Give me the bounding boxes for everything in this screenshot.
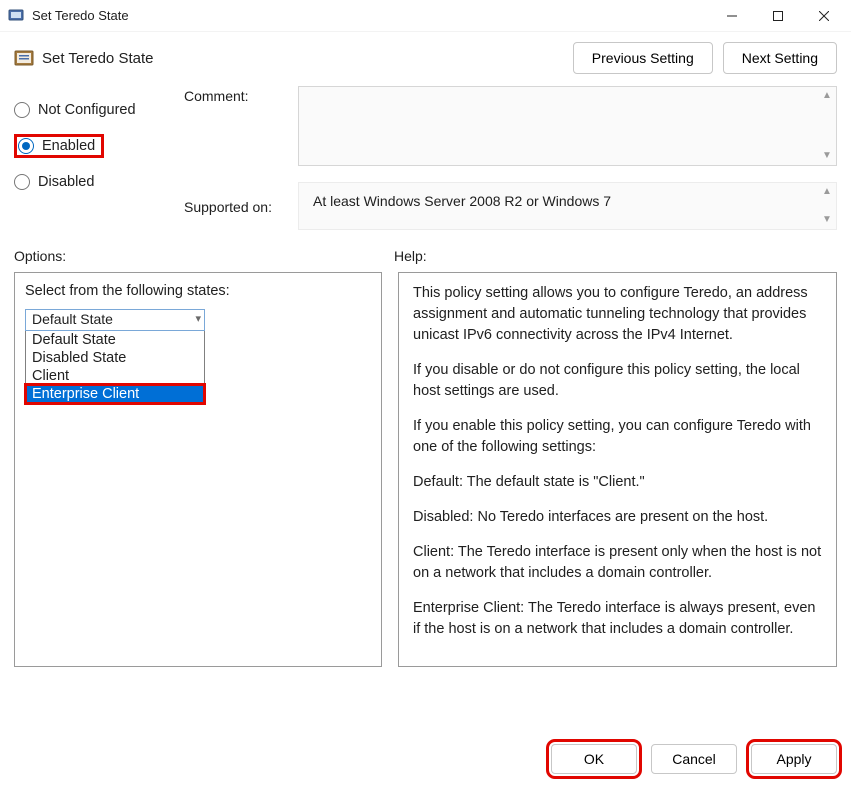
options-section-label: Options: [14, 248, 394, 264]
next-setting-button[interactable]: Next Setting [723, 42, 837, 74]
comment-textarea[interactable]: ▲ ▼ [298, 86, 837, 166]
combo-item-client[interactable]: Client [26, 367, 204, 385]
chevron-down-icon: ▾ [195, 312, 201, 325]
dialog-header: Set Teredo State Previous Setting Next S… [0, 32, 851, 80]
help-paragraph: Disabled: No Teredo interfaces are prese… [413, 507, 822, 528]
dialog-title: Set Teredo State [42, 50, 563, 67]
maximize-button[interactable] [755, 0, 801, 32]
minimize-button[interactable] [709, 0, 755, 32]
radio-enabled[interactable]: Enabled [14, 134, 104, 158]
help-paragraph: If you disable or do not configure this … [413, 360, 822, 402]
cancel-button[interactable]: Cancel [651, 744, 737, 774]
radio-not-configured[interactable]: Not Configured [14, 92, 184, 128]
dialog-footer: OK Cancel Apply [551, 744, 837, 774]
help-paragraph: Default: The default state is "Client." [413, 472, 822, 493]
radio-label: Not Configured [38, 102, 136, 118]
radio-label: Disabled [38, 174, 94, 190]
titlebar: Set Teredo State [0, 0, 851, 32]
combo-item-enterprise-client[interactable]: Enterprise Client [26, 385, 204, 403]
supported-on-text: At least Windows Server 2008 R2 or Windo… [313, 193, 611, 209]
app-icon [8, 8, 24, 24]
radio-disabled[interactable]: Disabled [14, 164, 184, 200]
help-paragraph: This policy setting allows you to config… [413, 283, 822, 346]
teredo-state-combo[interactable]: Default State ▾ Default State Disabled S… [25, 309, 205, 404]
combo-item-default-state[interactable]: Default State [26, 331, 204, 349]
help-paragraph: Enterprise Client: The Teredo interface … [413, 598, 822, 640]
previous-setting-button[interactable]: Previous Setting [573, 42, 713, 74]
scroll-up-icon: ▲ [822, 91, 832, 101]
radio-icon [18, 138, 34, 154]
comment-label: Comment: [184, 86, 294, 166]
radio-icon [14, 102, 30, 118]
close-button[interactable] [801, 0, 847, 32]
policy-icon [14, 48, 34, 68]
radio-label: Enabled [42, 138, 95, 154]
combo-item-disabled-state[interactable]: Disabled State [26, 349, 204, 367]
radio-icon [14, 174, 30, 190]
help-panel: This policy setting allows you to config… [398, 272, 837, 667]
scroll-up-icon: ▲ [822, 187, 832, 197]
scroll-down-icon: ▼ [822, 151, 832, 161]
combo-selected-value: Default State [32, 311, 113, 327]
help-section-label: Help: [394, 248, 427, 264]
supported-on-box: At least Windows Server 2008 R2 or Windo… [298, 182, 837, 230]
help-paragraph: If you enable this policy setting, you c… [413, 416, 822, 458]
ok-button[interactable]: OK [551, 744, 637, 774]
help-paragraph: Client: The Teredo interface is present … [413, 542, 822, 584]
supported-on-label: Supported on: [184, 197, 294, 215]
combo-dropdown-list: Default State Disabled State Client Ente… [25, 331, 205, 404]
window-title: Set Teredo State [32, 8, 709, 23]
apply-button[interactable]: Apply [751, 744, 837, 774]
scroll-down-icon: ▼ [822, 215, 832, 225]
options-panel: Select from the following states: Defaul… [14, 272, 382, 667]
options-select-label: Select from the following states: [25, 283, 371, 299]
